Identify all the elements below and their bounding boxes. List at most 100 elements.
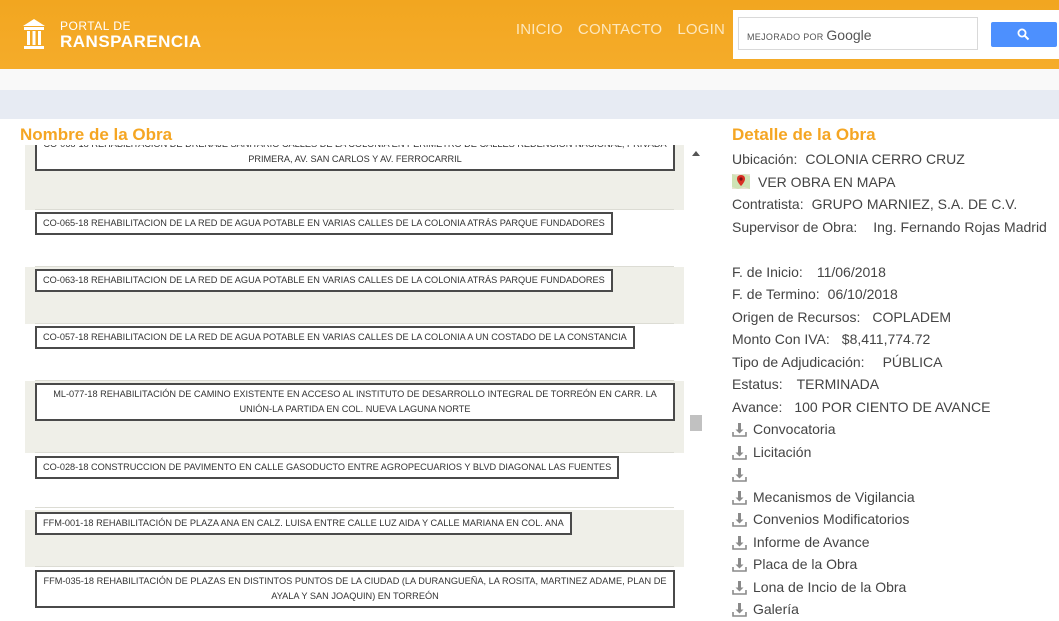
list-item: CO-065-18 REHABILITACION DE LA RED DE AG… — [25, 210, 684, 267]
estatus-row: Estatus: TERMINADA — [732, 373, 1052, 396]
download-icon — [732, 558, 747, 572]
avance-row: Avance: 100 POR CIENTO DE AVANCE — [732, 396, 1052, 419]
obras-heading: Nombre de la Obra — [20, 125, 173, 144]
inicio-row: F. de Inicio: 11/06/2018 — [732, 261, 1052, 284]
documento-label[interactable]: Licitación — [753, 444, 811, 460]
ubicacion-row: Ubicación: COLONIA CERRO CRUZ — [732, 148, 1052, 171]
origen-label: Origen de Recursos: — [732, 308, 861, 325]
download-icon — [732, 445, 747, 460]
avance-value: 100 POR CIENTO DE AVANCE — [794, 398, 991, 415]
documento-link[interactable]: Placa de la Obra — [732, 553, 1052, 576]
breadcrumb-band — [0, 90, 1059, 119]
mapa-row[interactable]: VER OBRA EN MAPA — [732, 171, 1052, 194]
list-item: CO-068-18 REHABILITACION DE DRENAJE SANI… — [25, 145, 684, 210]
portal-logo[interactable]: PORTAL DE RANSPARENCIA — [22, 16, 212, 56]
row-divider — [35, 507, 674, 508]
google-branding: MEJORADO POR Google — [747, 27, 872, 43]
google-brand-name: Google — [826, 27, 872, 43]
monto-row: Monto Con IVA: $8,411,774.72 — [732, 328, 1052, 351]
scroll-thumb[interactable] — [690, 415, 702, 431]
documentos-list: Convocatoria Licitación Mecanismos de Vigi… — [732, 418, 1052, 621]
header-spacer — [0, 69, 1059, 90]
site-header: PORTAL DE RANSPARENCIA INICIO CONTACTO L… — [0, 0, 1059, 69]
obra-button[interactable]: CO-057-18 REHABILITACION DE LA RED DE AG… — [35, 326, 635, 349]
list-item: CO-057-18 REHABILITACION DE LA RED DE AG… — [25, 324, 684, 381]
list-item: CO-063-18 REHABILITACION DE LA RED DE AG… — [25, 267, 684, 324]
inicio-label: F. de Inicio: — [732, 263, 803, 280]
documento-link[interactable]: Mecanismos de Vigilancia — [732, 486, 1052, 509]
obra-button[interactable]: FFM-035-18 REHABILITACIÓN DE PLAZAS EN D… — [35, 570, 675, 608]
origen-value: COPLADEM — [872, 308, 951, 325]
documento-link[interactable]: Lona de Incio de la Obra — [732, 576, 1052, 599]
list-scrollbar[interactable] — [688, 145, 705, 611]
documento-label[interactable]: Lona de Incio de la Obra — [753, 579, 906, 595]
estatus-label: Estatus: — [732, 376, 783, 392]
supervisor-row: Supervisor de Obra: Ing. Fernando Rojas M… — [732, 216, 1052, 261]
google-brand-prefix: MEJORADO POR — [747, 32, 824, 42]
documento-link[interactable]: Informe de Avance — [732, 531, 1052, 554]
termino-label: F. de Termino: — [732, 286, 820, 302]
ubicacion-value: COLONIA CERRO CRUZ — [805, 151, 965, 167]
download-icon — [732, 580, 747, 595]
documento-link[interactable]: Convocatoria — [732, 418, 1052, 441]
download-icon — [732, 513, 747, 527]
main-nav: INICIO CONTACTO LOGIN — [516, 21, 725, 38]
documento-label[interactable]: Convenios Modificatorios — [753, 511, 909, 527]
avance-label: Avance: — [732, 398, 783, 415]
ver-mapa-link[interactable]: VER OBRA EN MAPA — [758, 174, 895, 190]
documento-link[interactable]: Convenios Modificatorios — [732, 508, 1052, 531]
obra-button[interactable]: CO-068-18 REHABILITACION DE DRENAJE SANI… — [35, 145, 675, 171]
obra-button[interactable]: ML-077-18 REHABILITACIÓN DE CAMINO EXIST… — [35, 383, 675, 421]
scroll-up-arrow-icon[interactable] — [692, 151, 700, 156]
contratista-value: GRUPO MARNIEZ, S.A. DE C.V. — [811, 196, 1018, 212]
logo-line1: PORTAL DE — [60, 19, 131, 33]
list-item: ML-077-18 REHABILITACIÓN DE CAMINO EXIST… — [25, 381, 684, 453]
nav-contacto[interactable]: CONTACTO — [578, 21, 662, 38]
logo-line2: RANSPARENCIA — [60, 32, 202, 51]
documento-label[interactable]: Galería — [753, 601, 799, 617]
origen-row: Origen de Recursos: COPLADEM — [732, 306, 1052, 329]
google-search: MEJORADO POR Google — [733, 10, 1059, 59]
documento-label[interactable]: Informe de Avance — [753, 534, 869, 550]
ubicacion-label: Ubicación: — [732, 151, 798, 167]
documento-label[interactable]: Placa de la Obra — [753, 556, 857, 572]
estatus-value: TERMINADA — [796, 376, 880, 392]
obra-button[interactable]: FFM-001-18 REHABILITACIÓN DE PLAZA ANA E… — [35, 512, 572, 535]
documento-label[interactable]: Mecanismos de Vigilancia — [753, 489, 915, 505]
download-icon — [732, 490, 747, 505]
column-logo-icon — [23, 19, 45, 49]
obra-button[interactable]: CO-065-18 REHABILITACION DE LA RED DE AG… — [35, 212, 613, 235]
obra-button[interactable]: CO-063-18 REHABILITACION DE LA RED DE AG… — [35, 269, 613, 292]
search-input[interactable]: MEJORADO POR Google — [738, 17, 978, 50]
termino-value: 06/10/2018 — [827, 286, 898, 302]
obra-button[interactable]: CO-028-18 CONSTRUCCION DE PAVIMENTO EN C… — [35, 456, 620, 479]
documento-link[interactable]: Galería — [732, 598, 1052, 621]
detalle-heading: Detalle de la Obra — [732, 125, 876, 144]
detalle-panel: Ubicación: COLONIA CERRO CRUZ VER OBRA EN… — [732, 148, 1052, 621]
map-pin-icon — [732, 173, 750, 189]
list-item: CO-028-18 CONSTRUCCION DE PAVIMENTO EN C… — [25, 453, 684, 508]
download-icon — [732, 423, 747, 437]
supervisor-value: Ing. Fernando Rojas Madrid — [873, 218, 1047, 235]
contratista-row: Contratista: GRUPO MARNIEZ, S.A. DE C.V. — [732, 193, 1052, 216]
supervisor-label: Supervisor de Obra: — [732, 218, 858, 235]
contratista-label: Contratista: — [732, 196, 804, 212]
documento-label[interactable]: Convocatoria — [753, 421, 836, 437]
monto-label: Monto Con IVA: — [732, 331, 830, 347]
adjudicacion-label: Tipo de Adjudicación: — [732, 353, 865, 370]
adjudicacion-row: Tipo de Adjudicación: PÚBLICA — [732, 351, 1052, 374]
download-icon — [732, 603, 747, 617]
list-item: FFM-001-18 REHABILITACIÓN DE PLAZA ANA E… — [25, 510, 684, 567]
documento-link[interactable]: Licitación — [732, 441, 1052, 464]
termino-row: F. de Termino: 06/10/2018 — [732, 283, 1052, 306]
search-button[interactable] — [991, 22, 1057, 47]
download-icon — [732, 535, 747, 550]
adjudicacion-value: PÚBLICA — [882, 353, 943, 370]
search-icon — [1017, 28, 1030, 41]
monto-value: $8,411,774.72 — [841, 331, 931, 347]
nav-inicio[interactable]: INICIO — [516, 21, 563, 38]
inicio-value: 11/06/2018 — [816, 263, 886, 280]
documento-link[interactable] — [732, 463, 1052, 486]
obras-list[interactable]: CO-068-18 REHABILITACION DE DRENAJE SANI… — [25, 145, 684, 611]
nav-login[interactable]: LOGIN — [677, 21, 725, 38]
